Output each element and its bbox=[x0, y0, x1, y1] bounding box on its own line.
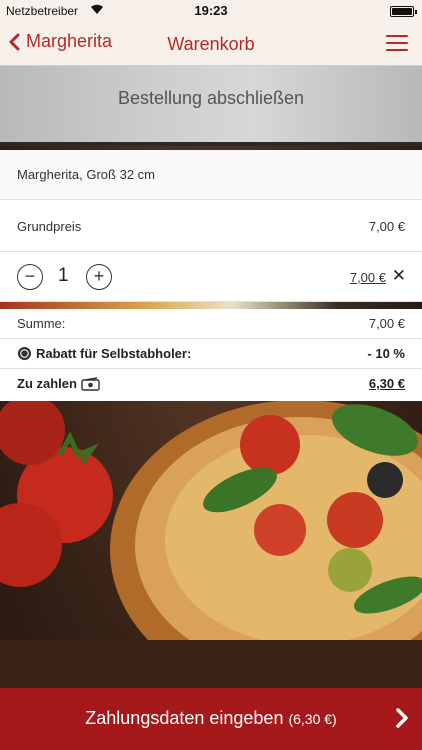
page-title: Warenkorb bbox=[167, 34, 255, 54]
sum-value: 7,00 € bbox=[368, 316, 405, 331]
product-name: Margherita, Groß 32 cm bbox=[17, 167, 155, 182]
amount-due-label: Zu zahlen bbox=[17, 376, 77, 391]
remove-item-icon[interactable]: ✕ bbox=[392, 266, 406, 286]
checkout-title: Bestellung abschließen bbox=[117, 88, 305, 108]
payment-button-label: Zahlungsdaten eingeben bbox=[85, 708, 284, 728]
discount-label: Rabatt für Selbstabholer: bbox=[36, 346, 192, 361]
checkout-header: Bestellung abschließen bbox=[0, 66, 422, 146]
quantity-row: − 1 + 7,00 € ✕ bbox=[0, 252, 422, 302]
line-total: 7,00 € bbox=[349, 270, 386, 285]
chevron-right-icon bbox=[396, 708, 408, 728]
sum-row: Summe: 7,00 € bbox=[0, 309, 422, 339]
payment-button-amount: (6,30 €) bbox=[288, 711, 337, 727]
clock: 19:23 bbox=[194, 3, 228, 18]
quantity-value: 1 bbox=[58, 265, 69, 286]
discount-badge-icon bbox=[17, 346, 32, 361]
cart-item-name-row: Margherita, Groß 32 cm bbox=[0, 150, 422, 200]
base-price-label: Grundpreis bbox=[17, 219, 82, 234]
battery-icon bbox=[390, 6, 417, 17]
status-bar: Netzbetreiber 19:23 bbox=[0, 0, 422, 22]
divider-image-strip bbox=[0, 302, 422, 309]
discount-row: Rabatt für Selbstabholer: - 10 % bbox=[0, 339, 422, 369]
amount-due-row: Zu zahlen 6,30 € bbox=[0, 369, 422, 401]
base-price-value: 7,00 € bbox=[368, 219, 405, 234]
base-price-row: Grundpreis 7,00 € bbox=[0, 200, 422, 252]
navigation-bar: Margherita Warenkorb bbox=[0, 22, 422, 66]
enter-payment-button[interactable]: Zahlungsdaten eingeben (6,30 €) bbox=[0, 688, 422, 750]
decrease-quantity-button[interactable]: − bbox=[17, 264, 43, 290]
amount-due-value: 6,30 € bbox=[368, 376, 405, 391]
sum-label: Summe: bbox=[17, 316, 66, 331]
hamburger-menu-icon[interactable] bbox=[386, 35, 408, 53]
discount-value: - 10 % bbox=[367, 346, 405, 361]
increase-quantity-button[interactable]: + bbox=[86, 264, 112, 290]
cash-icon bbox=[81, 376, 100, 391]
order-summary: Summe: 7,00 € Rabatt für Selbstabholer: … bbox=[0, 309, 422, 401]
